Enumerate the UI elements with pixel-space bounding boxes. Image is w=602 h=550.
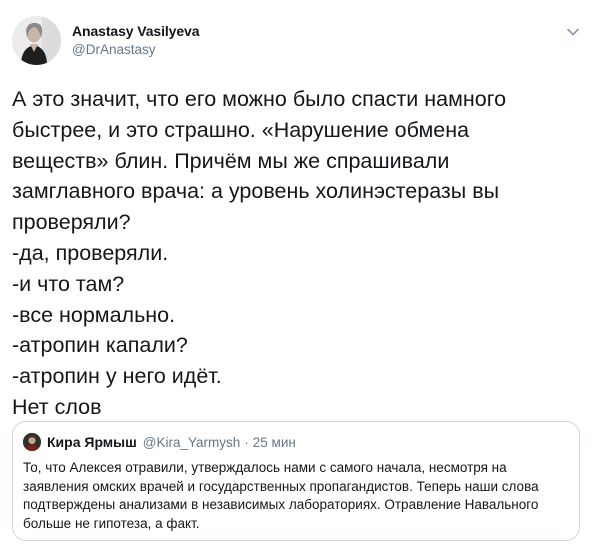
quoted-tweet-text: То, что Алексея отравили, утверждалось н… <box>23 460 539 531</box>
profile-photo-icon <box>23 433 41 451</box>
chevron-down-icon <box>567 28 579 36</box>
tweet-menu-button[interactable] <box>566 24 580 36</box>
author-handle[interactable]: @DrAnastasy <box>72 41 199 59</box>
author-display-name[interactable]: Anastasy Vasilyeva <box>72 22 200 40</box>
quoted-tweet[interactable]: Кира Ярмыш @Kira_Yarmysh · 25 мин То, что … <box>12 421 580 541</box>
author-avatar[interactable] <box>12 16 61 65</box>
tweet-text: А это значит, что его можно было спасти … <box>12 87 507 419</box>
quoted-author-avatar[interactable] <box>23 433 41 451</box>
meta-separator: · <box>244 434 249 450</box>
quoted-author-display-name[interactable]: Кира Ярмыш <box>47 434 137 450</box>
quoted-author-meta: @Kira_Yarmysh · 25 мин <box>143 435 296 450</box>
profile-photo-icon <box>12 16 61 65</box>
author-info: Anastasy Vasilyeva @DrAnastasy <box>72 22 200 59</box>
quoted-tweet-header: Кира Ярмыш @Kira_Yarmysh · 25 мин <box>23 432 569 452</box>
quoted-author-handle[interactable]: @Kira_Yarmysh <box>143 435 240 450</box>
tweet-card: Anastasy Vasilyeva @DrAnastasy А это зна… <box>0 0 602 550</box>
quoted-tweet-time[interactable]: 25 мин <box>253 435 296 450</box>
